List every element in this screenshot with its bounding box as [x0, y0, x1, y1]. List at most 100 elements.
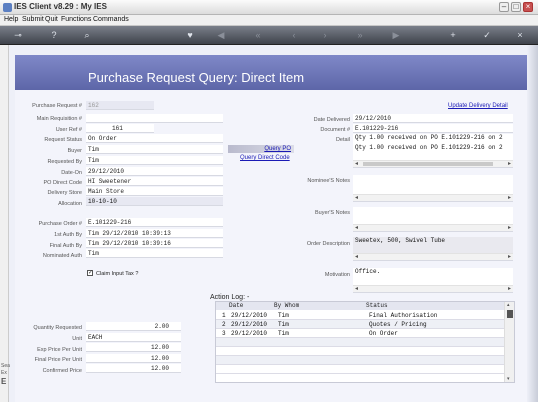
detail-horizontal-scrollbar[interactable]: ◂ ▸ — [353, 160, 513, 167]
toolbar: ⊸ ? ⌕ ♥ ◀ « ‹ › » ▶ + ✓ × — [0, 26, 538, 45]
date-on-field[interactable]: 29/12/2010 — [86, 167, 223, 176]
exp-price-per-unit-field[interactable]: 12.00 — [86, 343, 181, 352]
menu-commands[interactable]: Commands — [93, 16, 129, 23]
scroll-right-icon[interactable]: ▸ — [508, 285, 511, 292]
label-first-auth-by: 1st Auth By — [54, 232, 82, 238]
nominee-notes-scrollbar[interactable]: ◂ ▸ — [353, 194, 513, 201]
check-icon[interactable]: ✓ — [481, 29, 493, 41]
next-icon[interactable]: › — [319, 29, 331, 41]
label-nominee-notes: Nominee'S Notes — [307, 178, 350, 184]
close-icon[interactable]: × — [514, 29, 526, 41]
table-row[interactable]: 1 29/12/2010 Tim Final Authorisation — [216, 311, 504, 320]
menu-bar: Help Submit Quit Functions Commands — [0, 15, 538, 26]
back-icon[interactable]: ◀ — [215, 29, 227, 41]
nominee-notes-memo[interactable]: ◂ ▸ — [353, 175, 513, 202]
scroll-thumb[interactable] — [507, 310, 513, 318]
scroll-left-icon[interactable]: ◂ — [355, 224, 358, 231]
menu-submit[interactable]: Submit — [22, 16, 44, 23]
column-date[interactable]: Date — [229, 302, 243, 309]
order-description-memo[interactable]: Sweetex, 500, Swivel Tube ◂ ▸ — [353, 237, 513, 261]
po-direct-code-field[interactable]: HI Sweetener — [86, 177, 223, 186]
plus-icon[interactable]: + — [447, 29, 459, 41]
help-icon[interactable]: ? — [48, 29, 60, 41]
close-window-button[interactable]: × — [523, 2, 533, 12]
scroll-right-icon[interactable]: ▸ — [508, 224, 511, 231]
column-status[interactable]: Status — [366, 302, 388, 309]
label-unit: Unit — [72, 336, 82, 342]
scroll-left-icon[interactable]: ◂ — [355, 160, 358, 167]
label-purchase-order-no: Purchase Order # — [38, 221, 82, 227]
rewind-icon[interactable]: « — [252, 29, 264, 41]
scroll-left-icon[interactable]: ◂ — [355, 253, 358, 260]
menu-help[interactable]: Help — [4, 16, 18, 23]
table-row — [216, 347, 504, 356]
window-title: IES Client v8.29 : My IES — [14, 2, 107, 11]
scroll-right-icon[interactable]: ▸ — [508, 160, 511, 167]
detail-line: Qty 1.00 received on PO E.101229-216 on … — [355, 134, 503, 141]
requested-by-field[interactable]: Tim — [86, 156, 223, 165]
menu-quit[interactable]: Quit — [45, 16, 58, 23]
label-quantity-requested: Quantity Requested — [33, 325, 82, 331]
quantity-requested-field[interactable]: 2.00 — [86, 322, 181, 331]
detail-line: Qty 1.00 received on PO E.101229-216 on … — [355, 144, 503, 151]
confirmed-price-field[interactable]: 12.00 — [86, 364, 181, 373]
table-row — [216, 356, 504, 365]
first-auth-by-field[interactable]: Tim 29/12/2010 10:39:13 — [86, 229, 223, 238]
scroll-left-icon[interactable]: ◂ — [355, 285, 358, 292]
minimize-button[interactable]: – — [499, 2, 509, 12]
scroll-left-icon[interactable]: ◂ — [355, 194, 358, 201]
page-title: Purchase Request Query: Direct Item — [88, 70, 305, 85]
end-icon[interactable]: ▶ — [390, 29, 402, 41]
unit-field[interactable]: EACH — [86, 333, 181, 342]
claim-input-tax-checkbox[interactable]: ✓ — [87, 270, 93, 276]
column-by-whom[interactable]: By Whom — [274, 302, 299, 309]
delivery-store-field[interactable]: Main Store — [86, 187, 223, 196]
request-status-field[interactable]: On Order — [86, 134, 223, 143]
final-auth-by-field[interactable]: Tim 29/12/2010 10:39:16 — [86, 239, 223, 248]
user-ref-no-field[interactable]: 161 — [86, 124, 154, 133]
order-description-scrollbar[interactable]: ◂ ▸ — [353, 253, 513, 260]
final-price-per-unit-field[interactable]: 12.00 — [86, 354, 181, 363]
key-icon[interactable]: ⊸ — [8, 29, 28, 41]
main-requisition-no-field[interactable] — [86, 114, 223, 123]
action-log-title: Action Log: - — [210, 294, 250, 301]
query-po-button[interactable]: Query PO — [228, 145, 294, 153]
menu-functions[interactable]: Functions — [61, 16, 91, 23]
label-final-price-per-unit: Final Price Per Unit — [34, 357, 82, 363]
title-bar: IES Client v8.29 : My IES – □ × — [0, 0, 538, 15]
action-log-vertical-scrollbar[interactable]: ▴ ▾ — [504, 302, 514, 382]
page-header: Purchase Request Query: Direct Item — [15, 55, 527, 90]
scroll-right-icon[interactable]: ▸ — [508, 253, 511, 260]
buyer-notes-scrollbar[interactable]: ◂ ▸ — [353, 224, 513, 231]
label-request-status: Request Status — [44, 137, 82, 143]
search-icon[interactable]: ⌕ — [81, 29, 93, 41]
scroll-thumb[interactable] — [363, 162, 493, 166]
detail-memo[interactable]: Qty 1.00 received on PO E.101229-216 on … — [353, 134, 513, 168]
table-row[interactable]: 2 29/12/2010 Tim Quotes / Pricing — [216, 320, 504, 329]
motivation-scrollbar[interactable]: ◂ ▸ — [353, 285, 513, 292]
document-no-field[interactable]: E.101229-216 — [353, 124, 513, 133]
label-allocation: Allocation — [58, 201, 82, 207]
label-claim-input-tax: Claim Input Tax ? — [96, 271, 139, 277]
action-log-grid: Date By Whom Status 1 29/12/2010 Tim Fin… — [215, 301, 515, 383]
query-direct-code-link[interactable]: Query Direct Code — [240, 155, 290, 161]
label-po-direct-code: PO Direct Code — [43, 180, 82, 186]
buyer-field[interactable]: Tim — [86, 145, 223, 154]
heart-icon[interactable]: ♥ — [184, 29, 196, 41]
label-purchase-request-no: Purchase Request # — [32, 103, 82, 109]
nominated-auth-field[interactable]: Tim — [86, 249, 223, 258]
date-delivered-field[interactable]: 29/12/2010 — [353, 114, 513, 123]
table-row[interactable]: 3 29/12/2010 Tim On Order — [216, 329, 504, 338]
update-delivery-detail-link[interactable]: Update Delivery Detail — [448, 103, 508, 109]
purchase-order-no-field[interactable]: E.101229-216 — [86, 218, 223, 227]
motivation-memo[interactable]: Office. ◂ ▸ — [353, 268, 513, 293]
scroll-right-icon[interactable]: ▸ — [508, 194, 511, 201]
allocation-field[interactable]: 10-10-10 — [86, 197, 223, 206]
buyer-notes-memo[interactable]: ◂ ▸ — [353, 207, 513, 232]
fast-forward-icon[interactable]: » — [354, 29, 366, 41]
scroll-up-icon[interactable]: ▴ — [507, 302, 510, 308]
scroll-down-icon[interactable]: ▾ — [507, 376, 510, 382]
label-requested-by: Requested By — [47, 159, 82, 165]
maximize-button[interactable]: □ — [511, 2, 521, 12]
previous-icon[interactable]: ‹ — [288, 29, 300, 41]
